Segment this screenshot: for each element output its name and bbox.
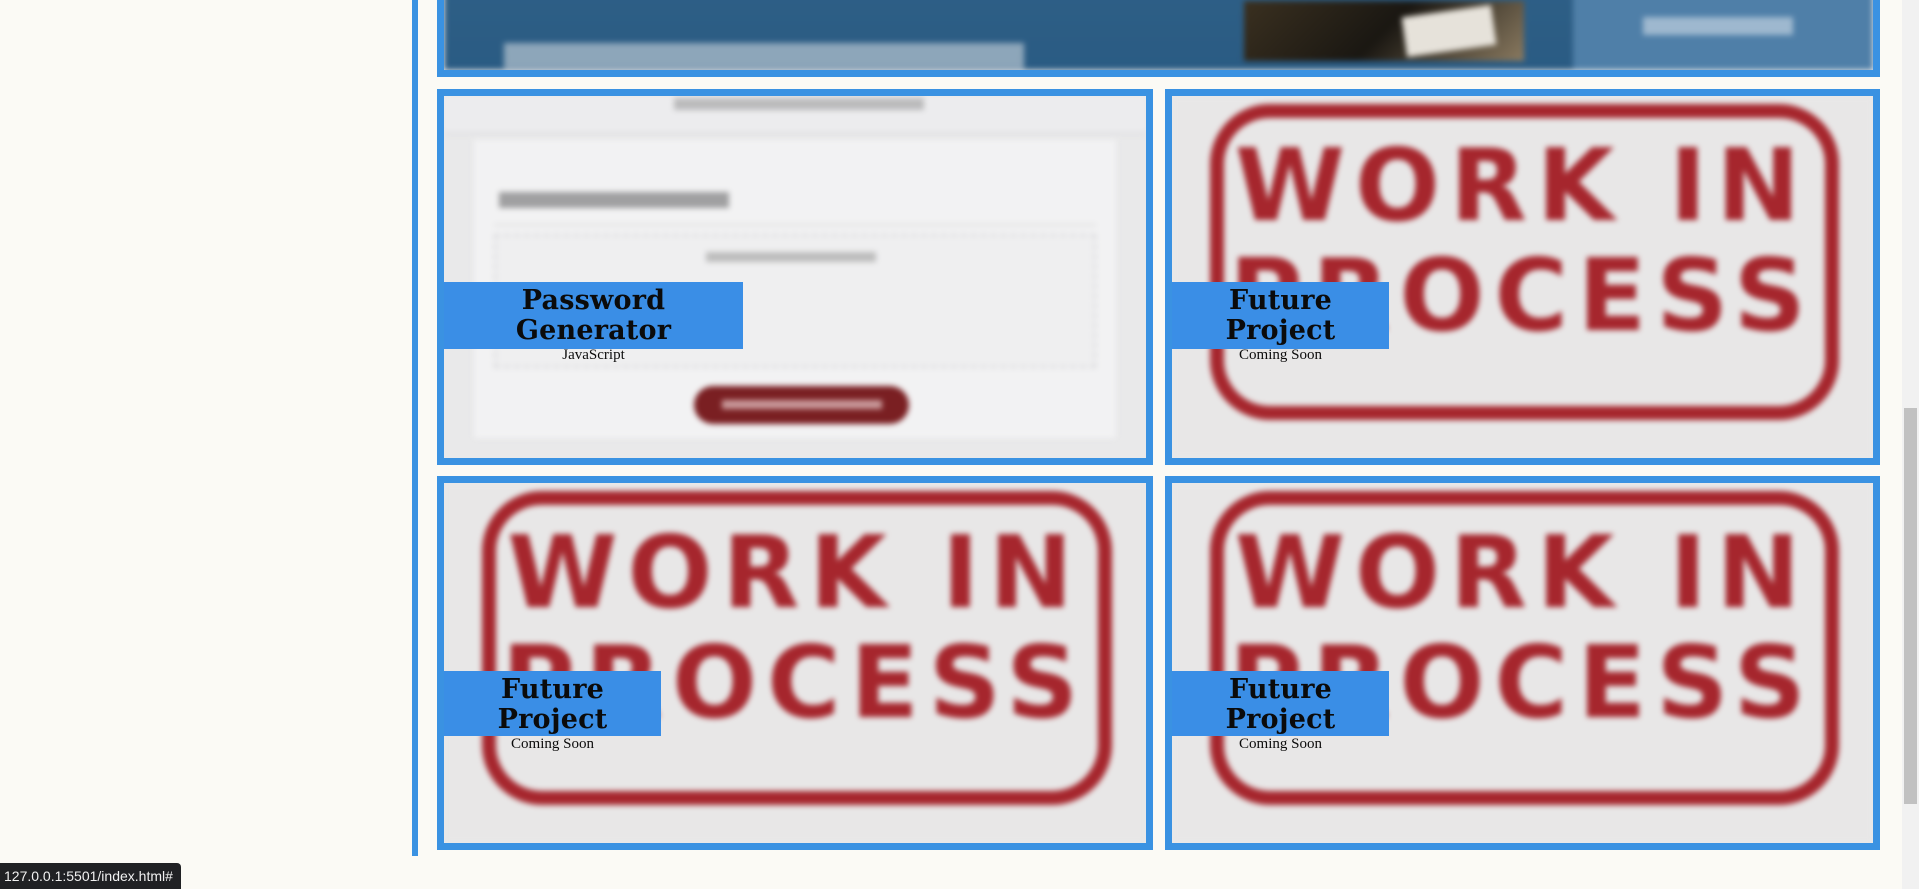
project-card-future-2[interactable]: WORK IN PROCESS Future Project Coming So…: [437, 476, 1153, 850]
project-subtitle: Coming Soon: [1239, 736, 1322, 752]
project-subtitle: Coming Soon: [511, 736, 594, 752]
project-title: Password Generator: [515, 285, 672, 346]
content-left-border: [412, 0, 418, 856]
project-title: Future Project: [1225, 674, 1336, 735]
featured-project-card[interactable]: [437, 0, 1880, 77]
work-in-process-thumbnail: WORK IN PROCESS: [444, 483, 1146, 843]
project-card-future-1[interactable]: WORK IN PROCESS Future Project Coming So…: [1165, 89, 1880, 465]
scrollbar-thumb[interactable]: [1904, 408, 1917, 804]
page-scrollbar[interactable]: [1902, 0, 1919, 889]
password-generator-thumbnail: [444, 96, 1146, 458]
project-subtitle: Coming Soon: [1239, 347, 1322, 363]
project-subtitle: JavaScript: [562, 347, 625, 363]
project-title: Future Project: [1225, 285, 1336, 346]
portfolio-page: Password Generator JavaScript WORK IN PR…: [0, 0, 1919, 889]
project-caption: Future Project Coming Soon: [444, 671, 661, 752]
work-in-process-thumbnail: WORK IN PROCESS: [1172, 96, 1873, 458]
featured-side-panel: [1573, 0, 1873, 70]
project-caption: Password Generator JavaScript: [444, 282, 743, 363]
project-title: Future Project: [497, 674, 608, 735]
project-caption: Future Project Coming Soon: [1172, 671, 1389, 752]
project-card-password-generator[interactable]: Password Generator JavaScript: [437, 89, 1153, 465]
browser-status-url: 127.0.0.1:5501/index.html#: [0, 863, 181, 889]
featured-project-thumbnail: [444, 0, 1873, 70]
featured-photo: [1244, 1, 1524, 61]
project-card-future-3[interactable]: WORK IN PROCESS Future Project Coming So…: [1165, 476, 1880, 850]
work-in-process-thumbnail: WORK IN PROCESS: [1172, 483, 1873, 843]
project-caption: Future Project Coming Soon: [1172, 282, 1389, 363]
featured-title-blur: [504, 43, 1024, 69]
